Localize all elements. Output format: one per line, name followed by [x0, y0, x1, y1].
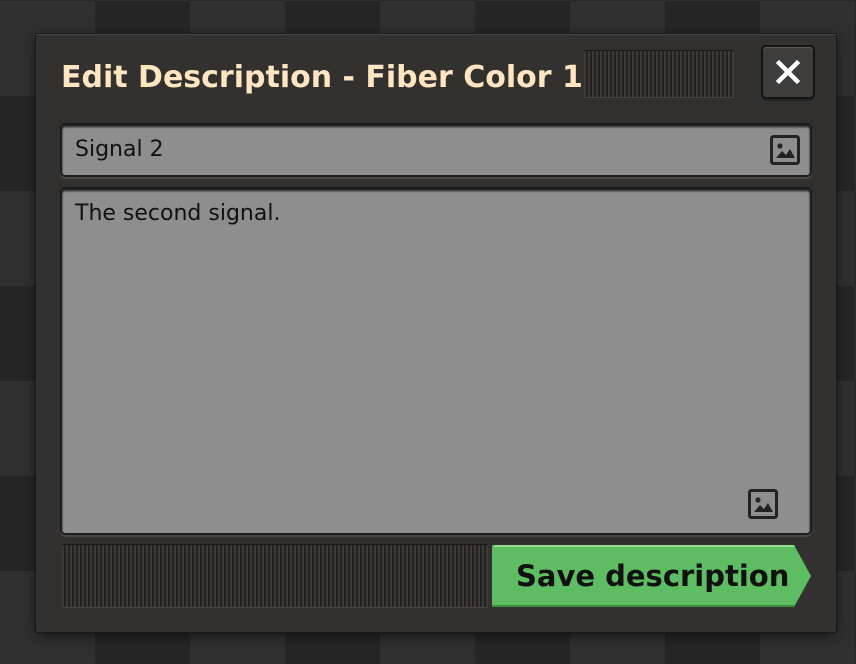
- insert-image-button[interactable]: [768, 133, 802, 167]
- footer-drag-handle[interactable]: [62, 544, 488, 608]
- insert-image-button[interactable]: [746, 487, 780, 521]
- name-input-value: Signal 2: [75, 137, 164, 162]
- save-description-button[interactable]: Save description: [492, 545, 812, 607]
- title-drag-handle[interactable]: [584, 50, 734, 98]
- close-button[interactable]: [763, 47, 813, 97]
- dialog-title: Edit Description - Fiber Color 15: [61, 60, 604, 95]
- description-textarea[interactable]: The second signal.: [62, 189, 810, 533]
- name-input[interactable]: Signal 2: [62, 125, 810, 175]
- image-icon: [748, 489, 778, 519]
- save-description-label: Save description: [516, 559, 790, 593]
- close-icon: [775, 59, 801, 85]
- edit-description-dialog: Edit Description - Fiber Color 15 Signal…: [36, 34, 836, 632]
- image-icon: [770, 135, 800, 165]
- description-textarea-value: The second signal.: [75, 201, 281, 226]
